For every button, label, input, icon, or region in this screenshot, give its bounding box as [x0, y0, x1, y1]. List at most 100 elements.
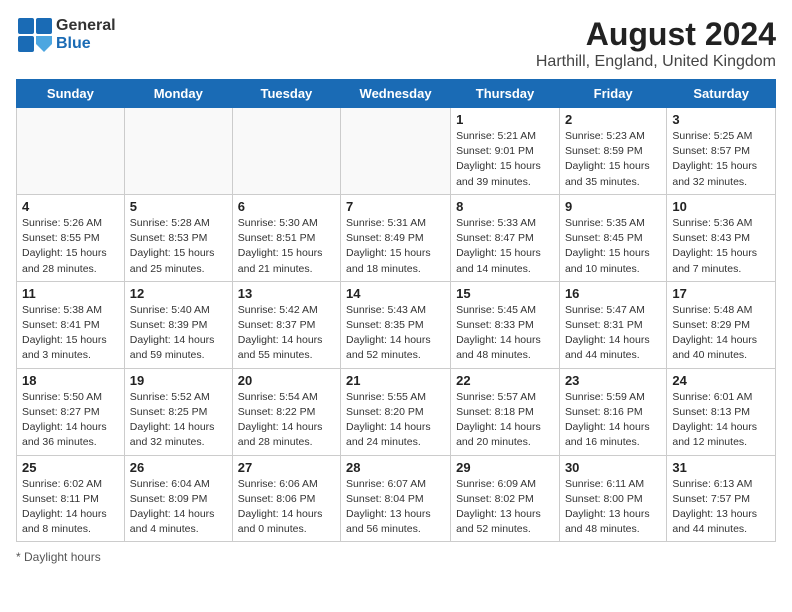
calendar-body: 1 Sunrise: 5:21 AMSunset: 9:01 PMDaylight… — [17, 108, 776, 542]
cell-info: Sunrise: 5:54 AMSunset: 8:22 PMDaylight:… — [238, 390, 335, 451]
date-number: 14 — [346, 286, 445, 301]
cell-info: Sunrise: 5:28 AMSunset: 8:53 PMDaylight:… — [130, 216, 227, 277]
calendar-cell — [124, 108, 232, 195]
cell-info: Sunrise: 6:04 AMSunset: 8:09 PMDaylight:… — [130, 477, 227, 538]
date-number: 22 — [456, 373, 554, 388]
logo-icon — [16, 16, 54, 54]
date-number: 2 — [565, 112, 661, 127]
cell-info: Sunrise: 5:33 AMSunset: 8:47 PMDaylight:… — [456, 216, 554, 277]
calendar-cell: 13 Sunrise: 5:42 AMSunset: 8:37 PMDayligh… — [232, 281, 340, 368]
cell-info: Sunrise: 6:06 AMSunset: 8:06 PMDaylight:… — [238, 477, 335, 538]
cell-info: Sunrise: 5:43 AMSunset: 8:35 PMDaylight:… — [346, 303, 445, 364]
cell-info: Sunrise: 6:09 AMSunset: 8:02 PMDaylight:… — [456, 477, 554, 538]
day-header-friday: Friday — [559, 80, 666, 108]
date-number: 9 — [565, 199, 661, 214]
date-number: 8 — [456, 199, 554, 214]
cell-info: Sunrise: 6:13 AMSunset: 7:57 PMDaylight:… — [672, 477, 770, 538]
date-number: 4 — [22, 199, 119, 214]
cell-info: Sunrise: 6:07 AMSunset: 8:04 PMDaylight:… — [346, 477, 445, 538]
cell-info: Sunrise: 5:42 AMSunset: 8:37 PMDaylight:… — [238, 303, 335, 364]
calendar-cell: 21 Sunrise: 5:55 AMSunset: 8:20 PMDayligh… — [341, 368, 451, 455]
calendar-cell: 30 Sunrise: 6:11 AMSunset: 8:00 PMDayligh… — [559, 455, 666, 542]
cell-info: Sunrise: 5:23 AMSunset: 8:59 PMDaylight:… — [565, 129, 661, 190]
footer-note: * Daylight hours — [16, 550, 776, 564]
calendar-cell — [341, 108, 451, 195]
date-number: 13 — [238, 286, 335, 301]
cell-info: Sunrise: 5:40 AMSunset: 8:39 PMDaylight:… — [130, 303, 227, 364]
date-number: 17 — [672, 286, 770, 301]
title-block: August 2024 Harthill, England, United Ki… — [536, 16, 776, 71]
calendar-cell: 19 Sunrise: 5:52 AMSunset: 8:25 PMDayligh… — [124, 368, 232, 455]
calendar-cell — [17, 108, 125, 195]
calendar-cell: 27 Sunrise: 6:06 AMSunset: 8:06 PMDayligh… — [232, 455, 340, 542]
date-number: 3 — [672, 112, 770, 127]
calendar-cell: 5 Sunrise: 5:28 AMSunset: 8:53 PMDaylight… — [124, 194, 232, 281]
cell-info: Sunrise: 5:35 AMSunset: 8:45 PMDaylight:… — [565, 216, 661, 277]
date-number: 25 — [22, 460, 119, 475]
page-header: General Blue August 2024 Harthill, Engla… — [16, 16, 776, 71]
cell-info: Sunrise: 5:48 AMSunset: 8:29 PMDaylight:… — [672, 303, 770, 364]
calendar-cell: 26Sunrise: 6:04 AMSunset: 8:09 PMDayligh… — [124, 455, 232, 542]
date-number: 23 — [565, 373, 661, 388]
date-number: 27 — [238, 460, 335, 475]
logo-blue: Blue — [56, 35, 116, 53]
calendar-cell: 11 Sunrise: 5:38 AMSunset: 8:41 PMDayligh… — [17, 281, 125, 368]
footer-note-text: Daylight hours — [24, 550, 101, 564]
logo-general: General — [56, 17, 116, 35]
date-number: 19 — [130, 373, 227, 388]
calendar-cell — [232, 108, 340, 195]
day-header-wednesday: Wednesday — [341, 80, 451, 108]
calendar-cell: 17 Sunrise: 5:48 AMSunset: 8:29 PMDayligh… — [667, 281, 776, 368]
cell-info: Sunrise: 5:57 AMSunset: 8:18 PMDaylight:… — [456, 390, 554, 451]
cell-info: Sunrise: 5:26 AMSunset: 8:55 PMDaylight:… — [22, 216, 119, 277]
date-number: 30 — [565, 460, 661, 475]
date-number: 12 — [130, 286, 227, 301]
calendar-cell: 1 Sunrise: 5:21 AMSunset: 9:01 PMDaylight… — [451, 108, 560, 195]
date-number: 20 — [238, 373, 335, 388]
date-number: 18 — [22, 373, 119, 388]
cell-info: Sunrise: 5:30 AMSunset: 8:51 PMDaylight:… — [238, 216, 335, 277]
cell-info: Sunrise: 6:01 AMSunset: 8:13 PMDaylight:… — [672, 390, 770, 451]
calendar-cell: 23Sunrise: 5:59 AMSunset: 8:16 PMDayligh… — [559, 368, 666, 455]
day-header-saturday: Saturday — [667, 80, 776, 108]
date-number: 5 — [130, 199, 227, 214]
day-header-thursday: Thursday — [451, 80, 560, 108]
date-number: 15 — [456, 286, 554, 301]
calendar-cell: 8 Sunrise: 5:33 AMSunset: 8:47 PMDaylight… — [451, 194, 560, 281]
week-row-5: 25Sunrise: 6:02 AMSunset: 8:11 PMDayligh… — [17, 455, 776, 542]
calendar-cell: 14 Sunrise: 5:43 AMSunset: 8:35 PMDayligh… — [341, 281, 451, 368]
week-row-1: 1 Sunrise: 5:21 AMSunset: 9:01 PMDaylight… — [17, 108, 776, 195]
cell-info: Sunrise: 5:47 AMSunset: 8:31 PMDaylight:… — [565, 303, 661, 364]
calendar-cell: 7Sunrise: 5:31 AMSunset: 8:49 PMDaylight… — [341, 194, 451, 281]
week-row-4: 18 Sunrise: 5:50 AMSunset: 8:27 PMDayligh… — [17, 368, 776, 455]
calendar-cell: 9 Sunrise: 5:35 AMSunset: 8:45 PMDaylight… — [559, 194, 666, 281]
date-number: 29 — [456, 460, 554, 475]
cell-info: Sunrise: 5:52 AMSunset: 8:25 PMDaylight:… — [130, 390, 227, 451]
cell-info: Sunrise: 5:21 AMSunset: 9:01 PMDaylight:… — [456, 129, 554, 190]
calendar-cell: 16 Sunrise: 5:47 AMSunset: 8:31 PMDayligh… — [559, 281, 666, 368]
cell-info: Sunrise: 5:55 AMSunset: 8:20 PMDaylight:… — [346, 390, 445, 451]
calendar-header-row: SundayMondayTuesdayWednesdayThursdayFrid… — [17, 80, 776, 108]
date-number: 28 — [346, 460, 445, 475]
calendar-cell: 2 Sunrise: 5:23 AMSunset: 8:59 PMDaylight… — [559, 108, 666, 195]
calendar-cell: 15Sunrise: 5:45 AMSunset: 8:33 PMDayligh… — [451, 281, 560, 368]
logo: General Blue — [16, 16, 116, 54]
calendar-cell: 28 Sunrise: 6:07 AMSunset: 8:04 PMDayligh… — [341, 455, 451, 542]
calendar-cell: 6Sunrise: 5:30 AMSunset: 8:51 PMDaylight… — [232, 194, 340, 281]
cell-info: Sunrise: 6:11 AMSunset: 8:00 PMDaylight:… — [565, 477, 661, 538]
calendar-cell: 20 Sunrise: 5:54 AMSunset: 8:22 PMDayligh… — [232, 368, 340, 455]
cell-info: Sunrise: 5:38 AMSunset: 8:41 PMDaylight:… — [22, 303, 119, 364]
date-number: 11 — [22, 286, 119, 301]
cell-info: Sunrise: 5:50 AMSunset: 8:27 PMDaylight:… — [22, 390, 119, 451]
date-number: 1 — [456, 112, 554, 127]
date-number: 10 — [672, 199, 770, 214]
date-number: 24 — [672, 373, 770, 388]
cell-info: Sunrise: 5:31 AMSunset: 8:49 PMDaylight:… — [346, 216, 445, 277]
date-number: 21 — [346, 373, 445, 388]
date-number: 16 — [565, 286, 661, 301]
calendar-cell: 31Sunrise: 6:13 AMSunset: 7:57 PMDayligh… — [667, 455, 776, 542]
calendar-cell: 22 Sunrise: 5:57 AMSunset: 8:18 PMDayligh… — [451, 368, 560, 455]
day-header-tuesday: Tuesday — [232, 80, 340, 108]
calendar-cell: 18 Sunrise: 5:50 AMSunset: 8:27 PMDayligh… — [17, 368, 125, 455]
subtitle: Harthill, England, United Kingdom — [536, 53, 776, 71]
